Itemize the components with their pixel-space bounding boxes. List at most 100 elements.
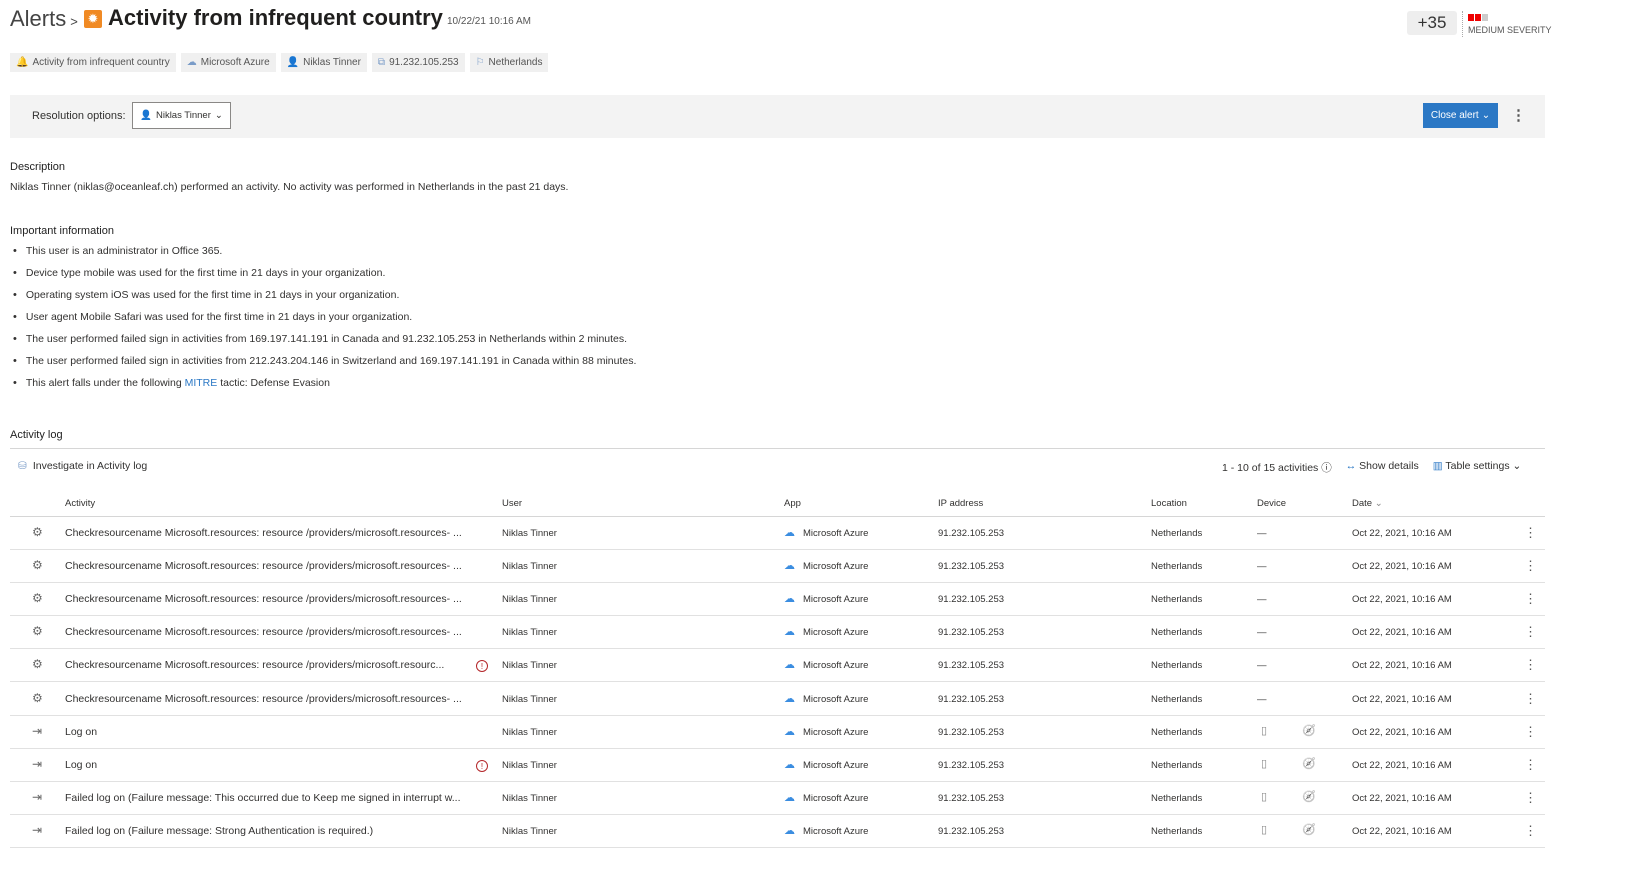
entity-pill[interactable]: 👤 Niklas Tinner [280, 53, 367, 72]
ip-cell[interactable]: 91.232.105.253 [938, 627, 1004, 638]
user-cell[interactable]: Niklas Tinner [502, 528, 557, 539]
table-row[interactable]: ⚙ Checkresourcename Microsoft.resources: … [10, 550, 1545, 584]
user-cell[interactable]: Niklas Tinner [502, 760, 557, 771]
resource-activity-icon: ⚙ [32, 624, 43, 639]
app-cell[interactable]: Microsoft Azure [803, 660, 868, 671]
table-row[interactable]: ⇥ Log on Niklas Tinner ☁ Microsoft Azure 91.2… [10, 716, 1545, 749]
app-cell[interactable]: Microsoft Azure [803, 694, 868, 705]
user-cell[interactable]: Niklas Tinner [502, 660, 557, 671]
ip-cell[interactable]: 91.232.105.253 [938, 694, 1004, 705]
app-cell[interactable]: Microsoft Azure [803, 727, 868, 738]
severity-indicator [1468, 12, 1489, 24]
activity-name[interactable]: Checkresourcename Microsoft.resources: r… [65, 659, 444, 671]
column-header-date[interactable]: Date ⌄ [1352, 498, 1383, 509]
activity-name[interactable]: Checkresourcename Microsoft.resources: r… [65, 593, 462, 605]
priority-score: +35 [1407, 11, 1457, 35]
app-cell[interactable]: Microsoft Azure [803, 826, 868, 837]
user-cell[interactable]: Niklas Tinner [502, 793, 557, 804]
safari-icon: 🧭 [1302, 790, 1316, 803]
resolution-user-dropdown[interactable]: 👤 Niklas Tinner ⌄ [132, 102, 231, 129]
activity-name[interactable]: Checkresourcename Microsoft.resources: r… [65, 527, 462, 539]
ip-cell[interactable]: 91.232.105.253 [938, 660, 1004, 671]
location-cell: Netherlands [1151, 726, 1203, 738]
activity-name[interactable]: Failed log on (Failure message: This occ… [65, 792, 461, 804]
user-cell[interactable]: Niklas Tinner [502, 627, 557, 638]
activity-name[interactable]: Checkresourcename Microsoft.resources: r… [65, 560, 462, 572]
row-more-icon[interactable]: ⋮ [1524, 724, 1537, 740]
close-alert-button[interactable]: Close alert ⌄ [1423, 103, 1498, 128]
table-settings-icon: ▥ [1432, 460, 1443, 472]
row-more-icon[interactable]: ⋮ [1524, 624, 1537, 640]
user-cell[interactable]: Niklas Tinner [502, 594, 557, 605]
table-row[interactable]: ⚙ Checkresourcename Microsoft.resources: … [10, 583, 1545, 617]
flag-icon: ⚐ [475, 57, 485, 68]
mitre-link[interactable]: MITRE [185, 377, 218, 389]
row-more-icon[interactable]: ⋮ [1524, 591, 1537, 607]
info-item: This alert falls under the following MIT… [13, 377, 636, 399]
row-more-icon[interactable]: ⋮ [1524, 657, 1537, 673]
ip-cell[interactable]: 91.232.105.253 [938, 528, 1004, 539]
mobile-device-icon: ▯ [1261, 790, 1268, 803]
show-details-button[interactable]: ↔ Show details [1346, 460, 1419, 475]
table-row[interactable]: ⇥ Log on! Niklas Tinner ☁ Microsoft Azure 91.… [10, 749, 1545, 782]
entity-pill[interactable]: ⧉ 91.232.105.253 [371, 53, 465, 72]
column-header-device[interactable]: Device [1257, 498, 1286, 509]
app-cell[interactable]: Microsoft Azure [803, 793, 868, 804]
mobile-device-icon: ▯ [1261, 724, 1268, 737]
activity-name[interactable]: Log on [65, 726, 97, 738]
ip-cell[interactable]: 91.232.105.253 [938, 793, 1004, 804]
entity-pill[interactable]: ☁ Microsoft Azure [180, 53, 276, 72]
breadcrumb-alerts-link[interactable]: Alerts [10, 6, 66, 31]
user-cell[interactable]: Niklas Tinner [502, 727, 557, 738]
investigate-link[interactable]: ⛁ Investigate in Activity log [18, 460, 147, 472]
entity-pill[interactable]: ⚐ Netherlands [469, 53, 549, 72]
table-row[interactable]: ⇥ Failed log on (Failure message: Strong … [10, 815, 1545, 848]
table-row[interactable]: ⇥ Failed log on (Failure message: This oc… [10, 782, 1545, 815]
column-header-location[interactable]: Location [1151, 498, 1187, 509]
sort-down-icon: ⌄ [1374, 498, 1383, 509]
app-cell[interactable]: Microsoft Azure [803, 627, 868, 638]
row-more-icon[interactable]: ⋮ [1524, 525, 1537, 541]
row-more-icon[interactable]: ⋮ [1524, 757, 1537, 773]
info-icon[interactable]: ⓘ [1321, 462, 1332, 474]
ip-cell[interactable]: 91.232.105.253 [938, 561, 1004, 572]
row-more-icon[interactable]: ⋮ [1524, 558, 1537, 574]
app-cell[interactable]: Microsoft Azure [803, 528, 868, 539]
safari-icon: 🧭 [1302, 757, 1316, 770]
row-more-icon[interactable]: ⋮ [1524, 823, 1537, 839]
column-header-activity[interactable]: Activity [65, 498, 95, 509]
investigate-label: Investigate in Activity log [32, 460, 148, 472]
ip-cell[interactable]: 91.232.105.253 [938, 760, 1004, 771]
table-row[interactable]: ⚙ Checkresourcename Microsoft.resources: … [10, 683, 1545, 716]
ip-cell[interactable]: 91.232.105.253 [938, 594, 1004, 605]
user-cell[interactable]: Niklas Tinner [502, 826, 557, 837]
table-row[interactable]: ⚙ Checkresourcename Microsoft.resources: … [10, 616, 1545, 650]
row-more-icon[interactable]: ⋮ [1524, 790, 1537, 806]
app-cell[interactable]: Microsoft Azure [803, 561, 868, 572]
user-cell[interactable]: Niklas Tinner [502, 561, 557, 572]
activity-name[interactable]: Log on [65, 759, 97, 771]
column-header-ip[interactable]: IP address [938, 498, 983, 509]
row-more-icon[interactable]: ⋮ [1524, 691, 1537, 707]
column-header-user[interactable]: User [502, 498, 522, 509]
column-header-app[interactable]: App [784, 498, 801, 509]
entity-pill[interactable]: 🔔 Activity from infrequent country [10, 53, 176, 72]
location-cell: Netherlands [1151, 660, 1203, 672]
description-heading: Description [10, 161, 66, 173]
date-cell: Oct 22, 2021, 10:16 AM [1352, 660, 1452, 672]
app-cell[interactable]: Microsoft Azure [803, 760, 868, 771]
activity-name[interactable]: Failed log on (Failure message: Strong A… [65, 825, 373, 837]
app-cell[interactable]: Microsoft Azure [803, 594, 868, 605]
activity-name[interactable]: Checkresourcename Microsoft.resources: r… [65, 693, 462, 705]
table-row[interactable]: ⚙ Checkresourcename Microsoft.resources: … [10, 649, 1545, 683]
ip-cell[interactable]: 91.232.105.253 [938, 826, 1004, 837]
ip-cell[interactable]: 91.232.105.253 [938, 727, 1004, 738]
more-options-icon[interactable]: ⋮ [1511, 106, 1526, 124]
location-cell: Netherlands [1151, 825, 1203, 837]
device-cell: — [1257, 693, 1267, 705]
activity-name[interactable]: Checkresourcename Microsoft.resources: r… [65, 626, 462, 638]
table-row[interactable]: ⚙ Checkresourcename Microsoft.resources: … [10, 517, 1545, 550]
table-settings-button[interactable]: ▥ Table settings ⌄ [1433, 460, 1522, 475]
user-cell[interactable]: Niklas Tinner [502, 694, 557, 705]
location-cell: Netherlands [1151, 792, 1203, 804]
